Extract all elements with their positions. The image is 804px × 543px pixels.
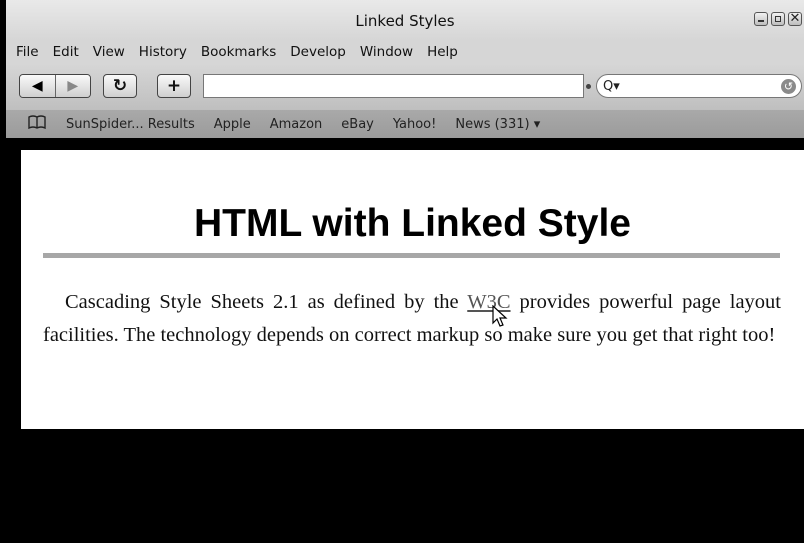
page-heading: HTML with Linked Style: [194, 202, 631, 245]
toolbar: ◀ ▶ ↻ + Q▾ ↺: [6, 64, 804, 110]
forward-button[interactable]: ▶: [54, 75, 90, 97]
book-icon[interactable]: [28, 115, 46, 133]
address-field[interactable]: [203, 74, 584, 98]
mouse-cursor-icon: [492, 305, 508, 327]
menu-view[interactable]: View: [93, 44, 125, 60]
menu-history[interactable]: History: [139, 44, 187, 60]
menu-bookmarks[interactable]: Bookmarks: [201, 44, 276, 60]
clear-search-icon[interactable]: ↺: [781, 79, 796, 94]
menu-develop[interactable]: Develop: [290, 44, 346, 60]
bookmark-amazon[interactable]: Amazon: [270, 117, 323, 132]
close-button[interactable]: ✕: [788, 12, 802, 26]
title-bar: Linked Styles ✕: [6, 0, 804, 40]
bookmark-ebay[interactable]: eBay: [341, 117, 374, 132]
page-paragraph: Cascading Style Sheets 2.1 as defined by…: [43, 286, 781, 352]
menu-edit[interactable]: Edit: [53, 44, 79, 60]
menu-bar: File Edit View History Bookmarks Develop…: [6, 40, 804, 64]
back-button[interactable]: ◀: [20, 75, 55, 97]
menu-help[interactable]: Help: [427, 44, 458, 60]
bookmark-yahoo[interactable]: Yahoo!: [393, 117, 436, 132]
page-content: HTML with Linked Style Cascading Style S…: [21, 150, 804, 429]
reload-button[interactable]: ↻: [103, 74, 137, 98]
add-bookmark-button[interactable]: +: [157, 74, 191, 98]
search-field[interactable]: Q▾ ↺: [596, 74, 802, 98]
bookmark-apple[interactable]: Apple: [214, 117, 251, 132]
maximize-button[interactable]: [771, 12, 785, 26]
back-forward-buttons: ◀ ▶: [19, 74, 91, 98]
window-controls: ✕: [754, 12, 802, 26]
menu-file[interactable]: File: [16, 44, 39, 60]
search-icon[interactable]: Q▾: [603, 79, 620, 94]
menu-window[interactable]: Window: [360, 44, 413, 60]
heading-rule: [43, 253, 780, 258]
dot-icon: [586, 84, 591, 89]
paragraph-text-before: Cascading Style Sheets 2.1 as defined by…: [65, 291, 468, 313]
bookmark-sunspider[interactable]: SunSpider... Results: [66, 117, 195, 132]
bookmark-news[interactable]: News (331) ▾: [455, 117, 540, 132]
minimize-button[interactable]: [754, 12, 768, 26]
browser-window: Linked Styles ✕ File Edit View History B…: [6, 0, 804, 543]
bookmarks-bar: SunSpider... Results Apple Amazon eBay Y…: [6, 110, 804, 138]
window-title: Linked Styles: [355, 12, 455, 30]
